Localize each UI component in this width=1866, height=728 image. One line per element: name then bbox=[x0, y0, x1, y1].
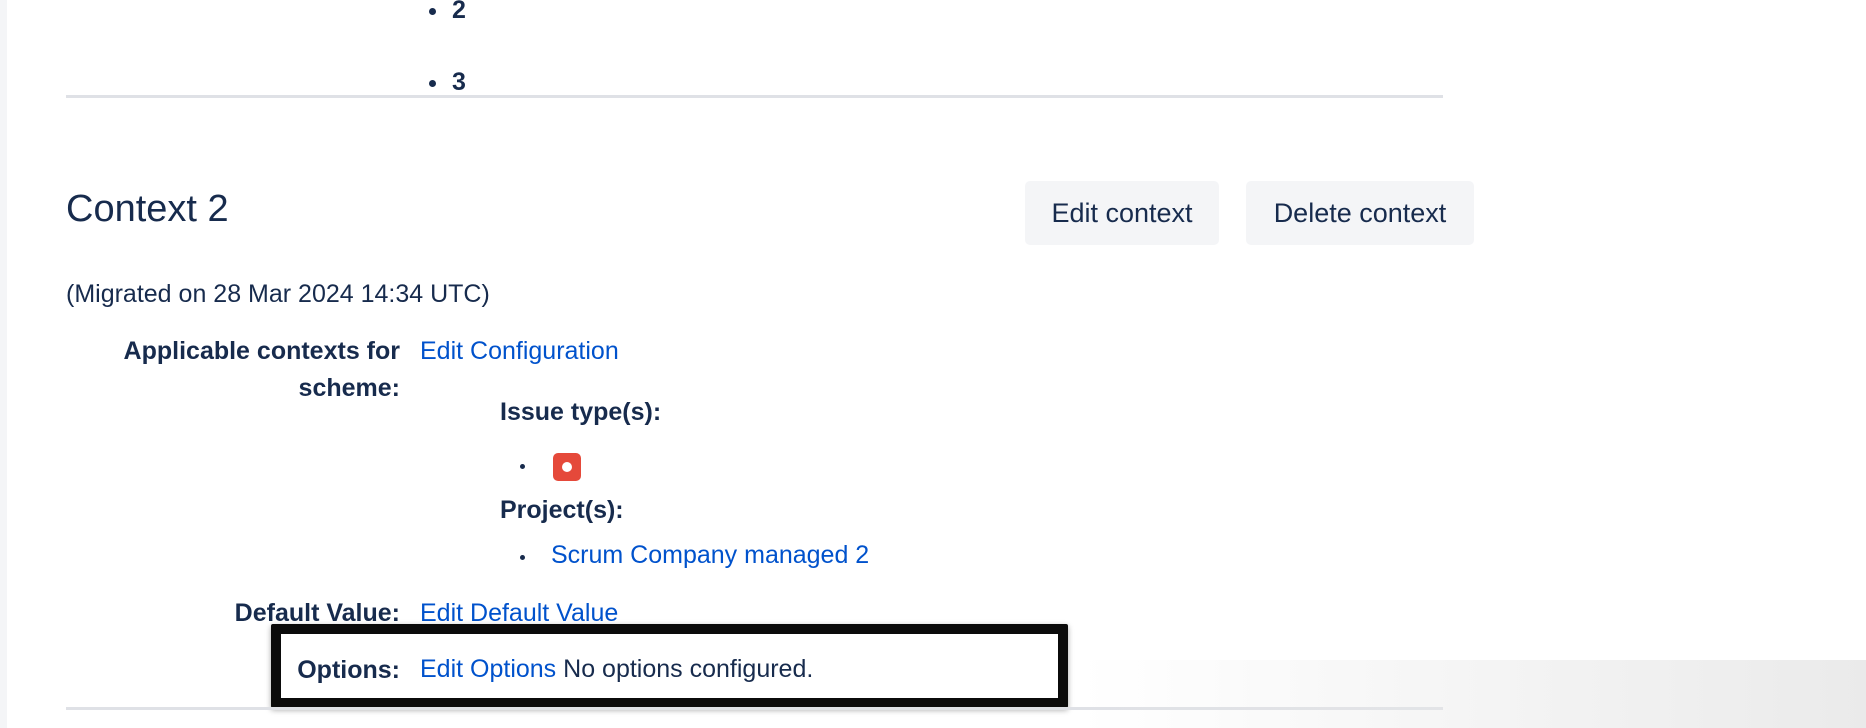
delete-context-button[interactable]: Delete context bbox=[1246, 181, 1474, 245]
list-item: 3 bbox=[420, 70, 466, 95]
bottom-shadow bbox=[1080, 660, 1866, 728]
projects-heading: Project(s): bbox=[500, 496, 624, 524]
project-link[interactable]: Scrum Company managed 2 bbox=[551, 541, 869, 570]
issue-types-heading: Issue type(s): bbox=[500, 398, 662, 426]
context-title: Context 2 bbox=[66, 188, 229, 230]
previous-context-options-list: 2 3 bbox=[420, 0, 466, 95]
page-left-edge bbox=[0, 0, 7, 728]
bullet bbox=[520, 464, 525, 469]
edit-configuration-link[interactable]: Edit Configuration bbox=[420, 337, 619, 366]
migrated-note: (Migrated on 28 Mar 2024 14:34 UTC) bbox=[66, 280, 490, 308]
edit-context-button[interactable]: Edit context bbox=[1025, 181, 1219, 245]
section-divider bbox=[66, 95, 1443, 98]
applicable-contexts-label: Applicable contexts for scheme: bbox=[123, 337, 400, 402]
bug-icon bbox=[553, 453, 581, 481]
bullet bbox=[520, 555, 525, 560]
list-item: 2 bbox=[420, 0, 466, 23]
options-highlight-box bbox=[271, 624, 1068, 708]
